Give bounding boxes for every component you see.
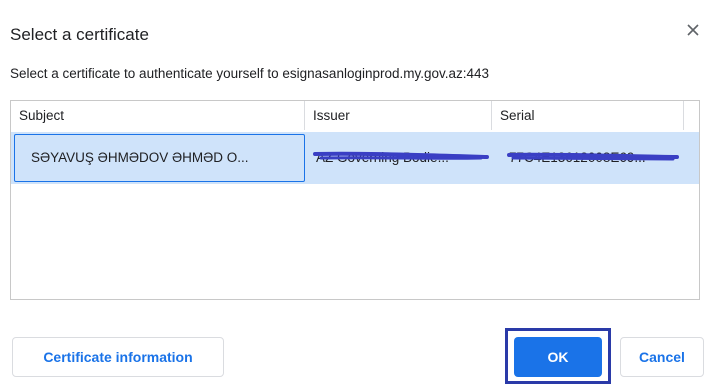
cell-subject[interactable]: SƏYAVUŞ ƏHMƏDOV ƏHMƏD O...	[14, 134, 305, 182]
table-row[interactable]: SƏYAVUŞ ƏHMƏDOV ƏHMƏD O... AZ Governing …	[11, 132, 699, 184]
dialog-title: Select a certificate	[10, 25, 149, 44]
ok-button[interactable]: OK	[514, 337, 602, 377]
cell-serial: 77C4E13612008E69...	[509, 150, 646, 165]
table-header: Subject Issuer Serial	[11, 101, 699, 130]
close-button[interactable]	[683, 20, 703, 40]
certificate-dialog: Select a certificate Select a certificat…	[0, 0, 715, 384]
column-header-filler	[683, 101, 699, 130]
cancel-button[interactable]: Cancel	[620, 337, 704, 377]
dialog-subtitle: Select a certificate to authenticate you…	[10, 66, 490, 81]
column-header-issuer[interactable]: Issuer	[304, 101, 491, 130]
close-icon	[687, 24, 699, 36]
certificate-table: Subject Issuer Serial SƏYAVUŞ ƏHMƏDOV ƏH…	[10, 100, 700, 300]
certificate-information-button[interactable]: Certificate information	[12, 337, 224, 377]
column-header-subject[interactable]: Subject	[11, 101, 304, 130]
column-header-serial[interactable]: Serial	[491, 101, 683, 130]
cell-issuer: AZ Governing Bodie...	[316, 150, 449, 165]
